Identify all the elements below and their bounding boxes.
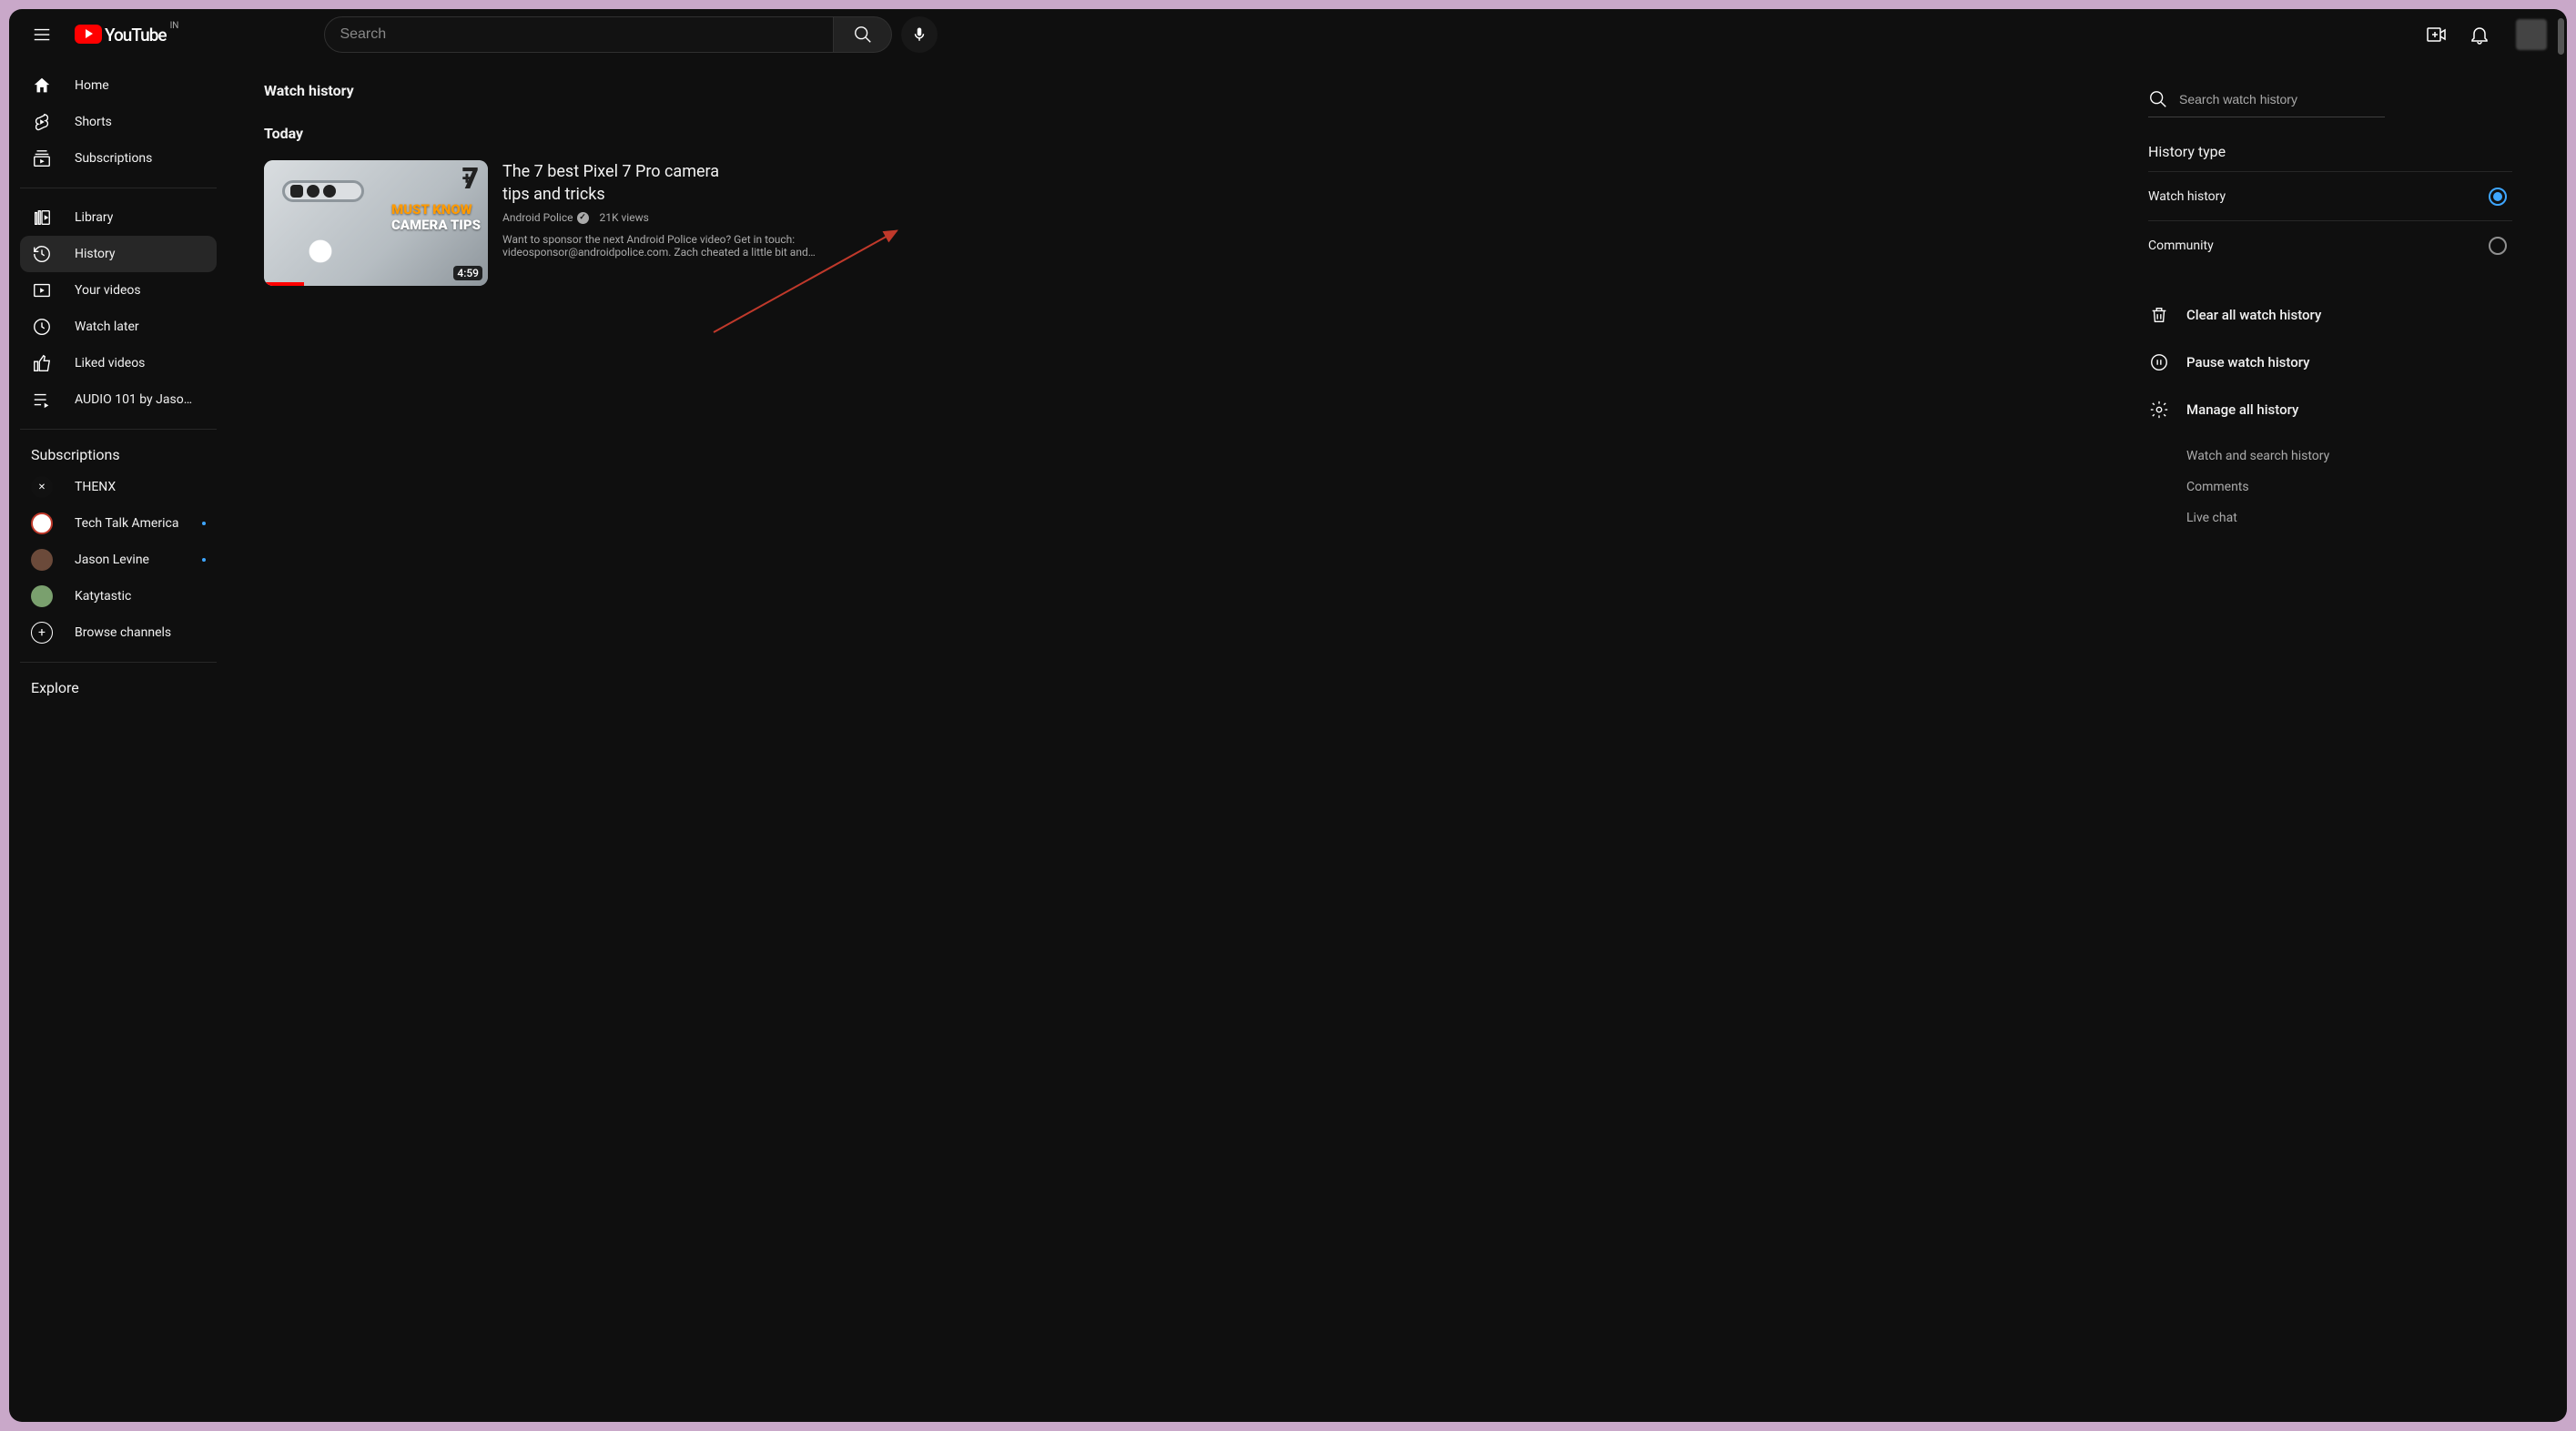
- watch-progress: [264, 282, 304, 286]
- video-title[interactable]: The 7 best Pixel 7 Pro camera tips and t…: [502, 160, 739, 206]
- channel-name[interactable]: Android Police: [502, 211, 573, 224]
- sidebar-item-subscriptions[interactable]: Subscriptions: [20, 140, 217, 177]
- your-videos-icon: [31, 279, 53, 301]
- manage-history-button[interactable]: Manage all history: [2148, 386, 2512, 433]
- sidebar-item-shorts[interactable]: Shorts: [20, 104, 217, 140]
- channel-avatar: [31, 549, 53, 571]
- manage-sub-live-chat[interactable]: Live chat: [2148, 502, 2512, 533]
- menu-button[interactable]: [24, 16, 60, 53]
- history-type-watch[interactable]: Watch history: [2148, 171, 2512, 220]
- video-thumbnail[interactable]: 7 + MUST KNOW CAMERA TIPS 4:59: [264, 160, 488, 286]
- search-field[interactable]: [324, 16, 834, 53]
- sidebar: Home Shorts Subscriptions Library Histor…: [9, 60, 228, 1422]
- subscriptions-icon: [31, 147, 53, 169]
- plus-icon: +: [31, 622, 53, 644]
- thumbs-up-icon: [31, 352, 53, 374]
- search-input[interactable]: [340, 26, 833, 43]
- sidebar-item-liked-videos[interactable]: Liked videos: [20, 345, 217, 381]
- sidebar-item-history[interactable]: History: [20, 236, 217, 272]
- browse-channels[interactable]: + Browse channels: [20, 614, 217, 651]
- search-button[interactable]: [834, 16, 892, 53]
- youtube-logo[interactable]: YouTube IN: [75, 25, 178, 46]
- divider: [20, 662, 217, 663]
- trash-icon: [2148, 304, 2170, 326]
- pause-icon: [2148, 351, 2170, 373]
- channel-avatar: [31, 585, 53, 607]
- scrollbar[interactable]: [2558, 18, 2564, 55]
- section-today: Today: [264, 125, 901, 142]
- channel-avatar: [31, 513, 53, 534]
- search-history-field[interactable]: [2148, 86, 2385, 117]
- search-history-input[interactable]: [2179, 92, 2385, 107]
- history-type-heading: History type: [2148, 143, 2512, 160]
- account-avatar[interactable]: [2516, 19, 2547, 50]
- notifications-button[interactable]: [2461, 16, 2498, 53]
- verified-icon: [577, 212, 589, 224]
- sidebar-item-your-videos[interactable]: Your videos: [20, 272, 217, 309]
- mic-icon: [911, 26, 928, 43]
- new-content-dot: [202, 522, 206, 525]
- create-icon: [2425, 24, 2447, 46]
- subscription-tech-talk-america[interactable]: Tech Talk America: [20, 505, 217, 542]
- sidebar-item-home[interactable]: Home: [20, 67, 217, 104]
- history-controls-panel: History type Watch history Community Cle…: [2148, 82, 2512, 1400]
- clear-history-button[interactable]: Clear all watch history: [2148, 291, 2512, 339]
- subscriptions-heading: Subscriptions: [20, 441, 217, 469]
- radio-checked-icon: [2489, 188, 2507, 206]
- clock-icon: [31, 316, 53, 338]
- voice-search-button[interactable]: [901, 16, 938, 53]
- history-type-community[interactable]: Community: [2148, 220, 2512, 269]
- page-title: Watch history: [264, 82, 901, 99]
- brand-text: YouTube: [105, 25, 167, 46]
- history-video-row: 7 + MUST KNOW CAMERA TIPS 4:59 The 7 bes…: [264, 160, 901, 286]
- library-icon: [31, 207, 53, 228]
- create-button[interactable]: [2418, 16, 2454, 53]
- pause-history-button[interactable]: Pause watch history: [2148, 339, 2512, 386]
- search-icon: [2148, 89, 2168, 109]
- shorts-icon: [31, 111, 53, 133]
- channel-avatar: ✕: [31, 476, 53, 498]
- manage-sub-watch-search[interactable]: Watch and search history: [2148, 441, 2512, 472]
- playlist-icon: [31, 389, 53, 411]
- history-icon: [31, 243, 53, 265]
- explore-heading: Explore: [20, 674, 217, 702]
- sidebar-item-library[interactable]: Library: [20, 199, 217, 236]
- video-description: Want to sponsor the next Android Police …: [502, 233, 830, 259]
- play-icon: [75, 25, 102, 44]
- sidebar-item-playlist[interactable]: AUDIO 101 by Jaso…: [20, 381, 217, 418]
- search-icon: [853, 25, 873, 45]
- subscription-jason-levine[interactable]: Jason Levine: [20, 542, 217, 578]
- bell-icon: [2469, 24, 2490, 46]
- video-duration: 4:59: [453, 266, 482, 280]
- gear-icon: [2148, 399, 2170, 421]
- divider: [20, 429, 217, 430]
- view-count: 21K views: [600, 211, 649, 224]
- new-content-dot: [202, 558, 206, 562]
- topbar: YouTube IN: [9, 9, 2567, 60]
- home-icon: [31, 75, 53, 96]
- manage-sub-comments[interactable]: Comments: [2148, 472, 2512, 502]
- main-content: Watch history Today 7 + MUST KNOW: [228, 60, 2567, 1422]
- radio-unchecked-icon: [2489, 237, 2507, 255]
- subscription-katytastic[interactable]: Katytastic: [20, 578, 217, 614]
- region-code: IN: [170, 21, 179, 31]
- subscription-thenx[interactable]: ✕ THENX: [20, 469, 217, 505]
- sidebar-item-watch-later[interactable]: Watch later: [20, 309, 217, 345]
